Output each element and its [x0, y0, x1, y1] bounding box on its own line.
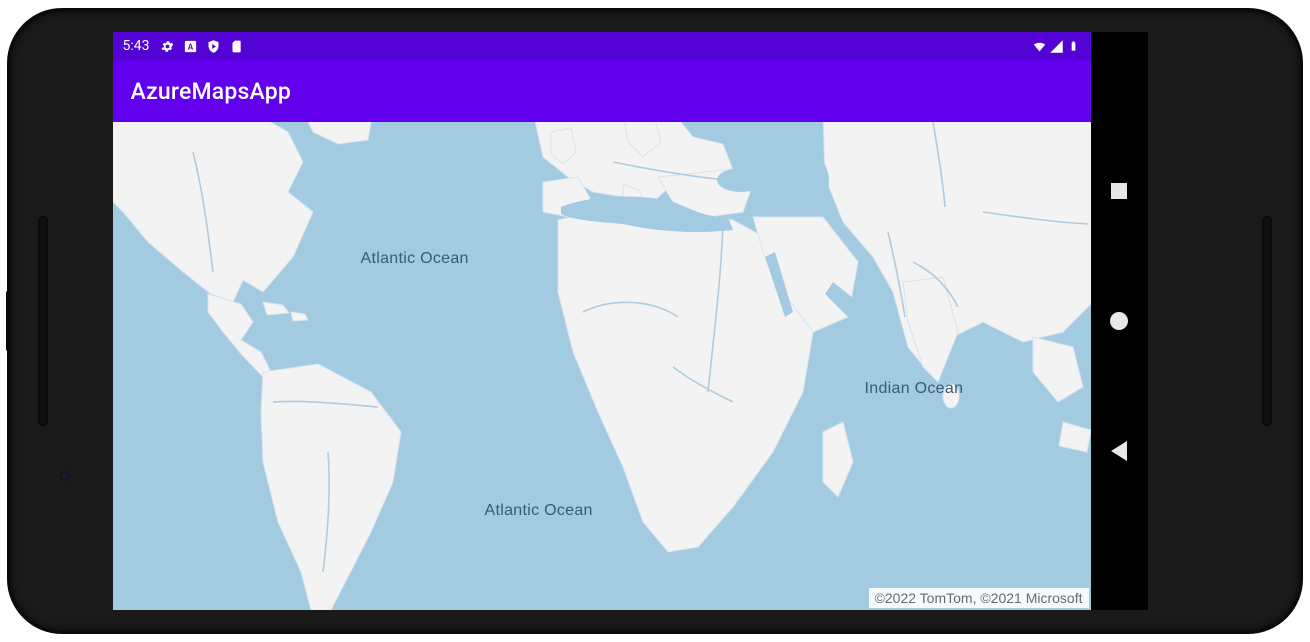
status-left: 5:43 A — [123, 38, 244, 54]
map-label-indian: Indian Ocean — [865, 380, 964, 398]
gear-icon — [160, 39, 175, 54]
wifi-icon — [1032, 39, 1047, 54]
world-map-svg — [113, 122, 1091, 610]
speaker-grille-left — [38, 216, 48, 426]
status-icons-left: A — [160, 39, 244, 54]
status-time: 5:43 — [123, 38, 150, 54]
back-button[interactable] — [1109, 441, 1129, 461]
shield-icon — [206, 39, 221, 54]
status-icons-right — [1032, 39, 1081, 54]
device-screen: 5:43 A — [113, 32, 1148, 610]
signal-icon — [1049, 39, 1064, 54]
sd-card-icon — [229, 39, 244, 54]
speaker-grille-right — [1262, 216, 1272, 426]
app-title: AzureMapsApp — [131, 78, 292, 105]
map-view[interactable]: Atlantic Ocean Atlantic Ocean Indian Oce… — [113, 122, 1091, 610]
front-camera — [60, 471, 70, 481]
app-bar: AzureMapsApp — [113, 60, 1091, 122]
map-attribution: ©2022 TomTom, ©2021 Microsoft — [869, 588, 1089, 608]
svg-text:A: A — [187, 41, 193, 51]
map-label-atlantic-north: Atlantic Ocean — [361, 250, 469, 268]
home-button[interactable] — [1109, 311, 1129, 331]
phone-frame: 5:43 A — [10, 11, 1300, 631]
status-bar: 5:43 A — [113, 32, 1091, 60]
map-label-atlantic-south: Atlantic Ocean — [485, 502, 593, 520]
a-box-icon: A — [183, 39, 198, 54]
app-content: 5:43 A — [113, 32, 1091, 610]
android-nav-bar — [1091, 32, 1148, 610]
recent-apps-button[interactable] — [1109, 181, 1129, 201]
battery-icon — [1066, 39, 1081, 54]
